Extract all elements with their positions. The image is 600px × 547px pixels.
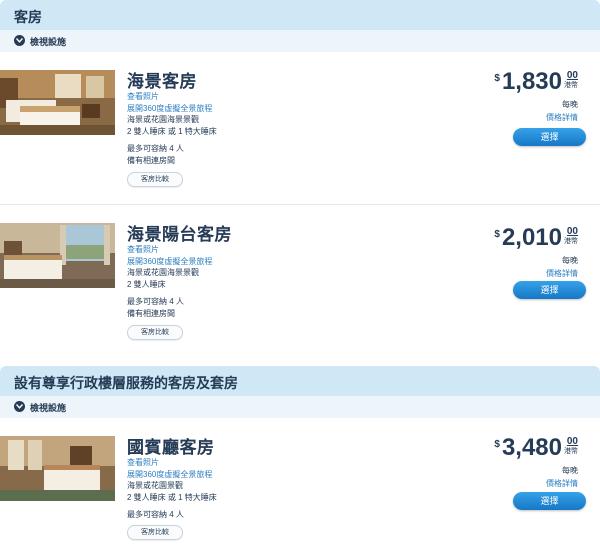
view-photos-link[interactable]: 查看照片: [127, 91, 217, 103]
price-currency: $: [494, 229, 500, 240]
view-photos-link[interactable]: 查看照片: [127, 457, 217, 469]
room-beds-text: 2 雙人睡床: [127, 279, 166, 289]
room-price: $ 3,480 00 港幣 每晚 價格詳情: [494, 436, 578, 489]
chevron-down-icon: [14, 35, 25, 46]
price-cents: 00: [566, 436, 578, 447]
section-title: 設有尊享行政樓層服務的客房及套房: [14, 375, 238, 391]
room-connecting-text: 備有相連房間: [127, 155, 175, 165]
room-photo[interactable]: [0, 223, 115, 288]
room-price: $ 1,830 00 港幣 每晚 價格詳情: [494, 70, 578, 123]
room-name: 海景客房: [127, 72, 197, 91]
compare-rooms-button[interactable]: 客房比較: [127, 325, 183, 340]
section-header-club-level: 設有尊享行政樓層服務的客房及套房: [0, 366, 600, 396]
price-per-night: 每晚: [562, 100, 578, 109]
select-room-button[interactable]: 選擇: [513, 492, 586, 510]
room-connecting-text: 備有相連房間: [127, 308, 175, 318]
room-view-text: 海景或花園海景景觀: [127, 115, 199, 124]
view-photos-link[interactable]: 查看照片: [127, 244, 212, 256]
room-photo[interactable]: [0, 436, 115, 501]
room-price: $ 2,010 00 港幣 每晚 價格詳情: [494, 226, 578, 279]
view-facilities-toggle[interactable]: 檢視設施: [0, 30, 600, 52]
price-amount: 3,480: [501, 434, 562, 461]
virtual-tour-link[interactable]: 展開360度虛擬全景旅程: [127, 469, 217, 481]
price-cents: 00: [566, 226, 578, 237]
room-divider: [0, 204, 600, 205]
select-room-button[interactable]: 選擇: [513, 128, 586, 146]
room-info: 查看照片 展開360度虛擬全景旅程 海景或花園景觀 2 雙人睡床 或 1 特大睡…: [127, 457, 217, 521]
price-unit: 港幣: [564, 238, 578, 245]
view-facilities-toggle[interactable]: 檢視設施: [0, 396, 600, 418]
price-per-night: 每晚: [562, 466, 578, 475]
room-photo[interactable]: [0, 70, 115, 135]
price-currency: $: [494, 73, 500, 84]
room-beds-text: 2 雙人睡床 或 1 特大睡床: [127, 126, 217, 136]
price-details-link[interactable]: 價格詳情: [494, 268, 578, 279]
room-view-text: 海景或花園海景景觀: [127, 268, 199, 277]
compare-rooms-button[interactable]: 客房比較: [127, 172, 183, 187]
section-title: 客房: [14, 9, 42, 25]
price-amount: 1,830: [501, 68, 562, 95]
select-room-button[interactable]: 選擇: [513, 281, 586, 299]
price-unit: 港幣: [564, 82, 578, 89]
virtual-tour-link[interactable]: 展開360度虛擬全景旅程: [127, 103, 217, 115]
view-facilities-label: 檢視設施: [30, 403, 67, 413]
room-capacity-text: 最多可容納 4 人: [127, 297, 184, 306]
price-unit: 港幣: [564, 448, 578, 455]
price-per-night: 每晚: [562, 256, 578, 265]
price-cents: 00: [566, 70, 578, 81]
price-details-link[interactable]: 價格詳情: [494, 478, 578, 489]
room-capacity-text: 最多可容納 4 人: [127, 144, 184, 153]
price-amount: 2,010: [501, 224, 562, 251]
room-name: 國賓廳客房: [127, 438, 215, 457]
room-name: 海景陽台客房: [127, 225, 232, 244]
view-facilities-label: 檢視設施: [30, 37, 67, 47]
price-details-link[interactable]: 價格詳情: [494, 112, 578, 123]
room-view-text: 海景或花園景觀: [127, 481, 183, 490]
section-header-rooms: 客房: [0, 0, 600, 30]
room-beds-text: 2 雙人睡床 或 1 特大睡床: [127, 492, 217, 502]
chevron-down-icon: [14, 401, 25, 412]
virtual-tour-link[interactable]: 展開360度虛擬全景旅程: [127, 256, 212, 268]
room-capacity-text: 最多可容納 4 人: [127, 510, 184, 519]
price-currency: $: [494, 439, 500, 450]
room-info: 查看照片 展開360度虛擬全景旅程 海景或花園海景景觀 2 雙人睡床 最多可容納…: [127, 244, 212, 319]
compare-rooms-button[interactable]: 客房比較: [127, 525, 183, 540]
room-info: 查看照片 展開360度虛擬全景旅程 海景或花園海景景觀 2 雙人睡床 或 1 特…: [127, 91, 217, 166]
